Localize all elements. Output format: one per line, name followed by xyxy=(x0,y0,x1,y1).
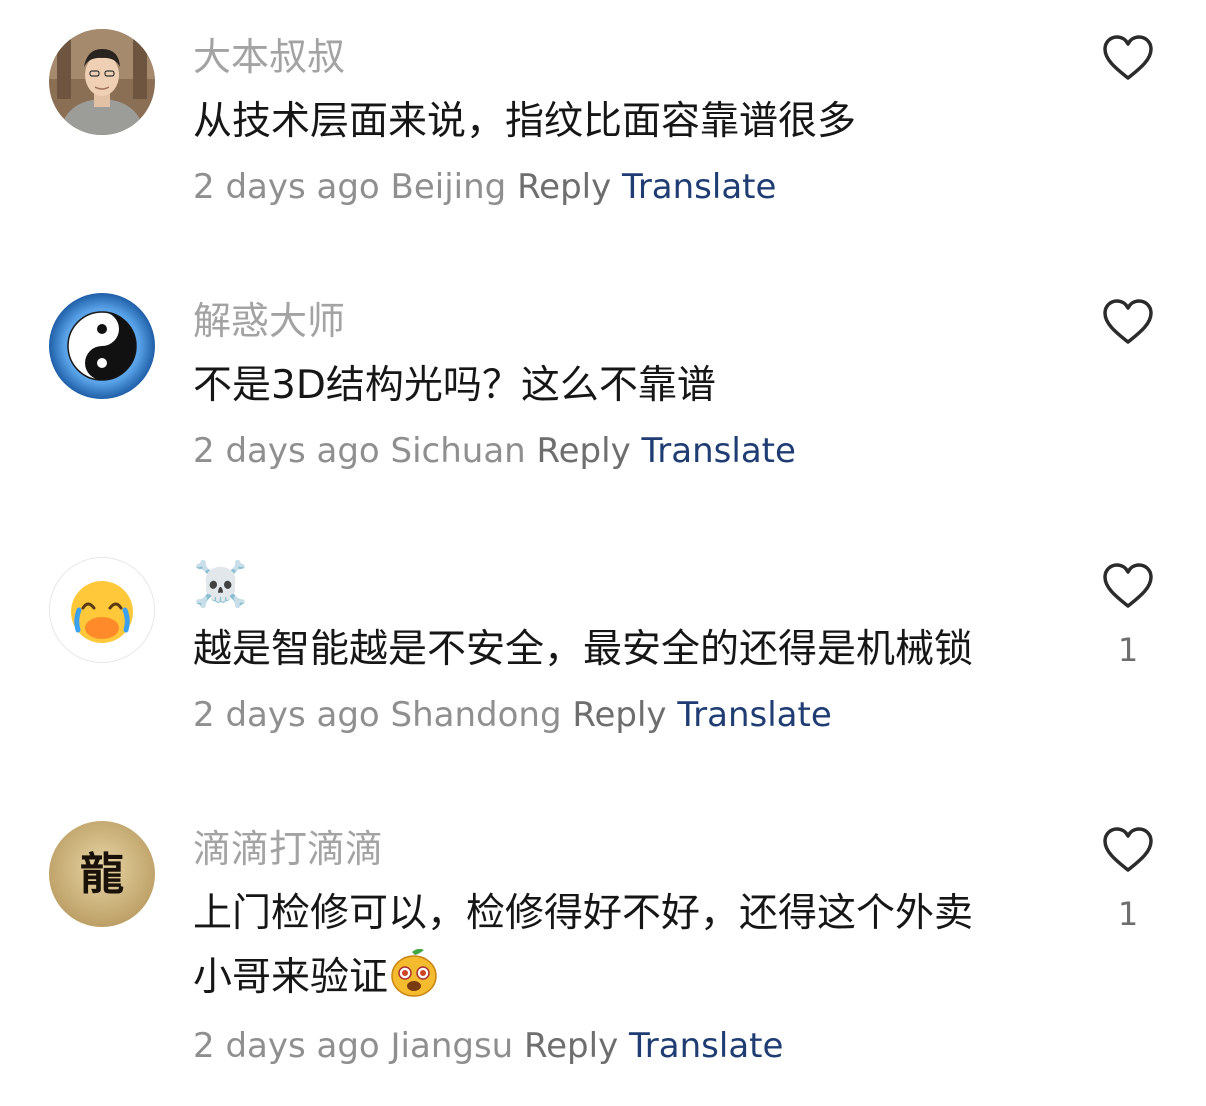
comment-meta: 2 days ago Jiangsu Reply Translate xyxy=(193,1024,783,1068)
heart-outline-icon[interactable] xyxy=(1102,298,1154,346)
comment-time: 2 days ago xyxy=(193,1026,380,1066)
username[interactable]: 大本叔叔 xyxy=(193,34,345,80)
username[interactable]: ☠️ xyxy=(193,562,248,608)
mango-face-emoji-icon xyxy=(391,948,437,997)
avatar[interactable]: 龍 xyxy=(49,821,155,927)
comment-location: Jiangsu xyxy=(390,1026,514,1066)
comment-item: 大本叔叔 从技术层面来说，指纹比面容靠谱很多 2 days ago Beijin… xyxy=(0,0,1206,250)
comment-location: Sichuan xyxy=(390,431,526,471)
comment-text-line: 上门检修可以，检修得好不好，还得这个外卖 xyxy=(193,891,974,936)
comment-meta: 2 days ago Beijing Reply Translate xyxy=(193,165,776,209)
comment-meta: 2 days ago Sichuan Reply Translate xyxy=(193,429,796,473)
comment-item: ☠️ 越是智能越是不安全，最安全的还得是机械锁 2 days ago Shand… xyxy=(0,528,1206,778)
comment-text: 从技术层面来说，指纹比面容靠谱很多 xyxy=(193,99,857,144)
comment-location: Shandong xyxy=(390,695,562,735)
comment-time: 2 days ago xyxy=(193,431,380,471)
username[interactable]: 解惑大师 xyxy=(193,298,345,344)
comment-location: Beijing xyxy=(390,167,507,207)
comment-item: 解惑大师 不是3D结构光吗？这么不靠谱 2 days ago Sichuan R… xyxy=(0,264,1206,514)
translate-button[interactable]: Translate xyxy=(677,695,831,735)
comment-text: 越是智能越是不安全，最安全的还得是机械锁 xyxy=(193,627,974,672)
username[interactable]: 滴滴打滴滴 xyxy=(193,826,383,872)
comment-text: 上门检修可以，检修得好不好，还得这个外卖 小哥来验证 xyxy=(193,882,1043,1010)
translate-button[interactable]: Translate xyxy=(622,167,776,207)
heart-outline-icon[interactable] xyxy=(1102,562,1154,610)
comment-text-line: 小哥来验证 xyxy=(193,946,1043,1010)
like-count: 1 xyxy=(1117,631,1139,669)
reply-button[interactable]: Reply xyxy=(524,1026,618,1066)
heart-outline-icon[interactable] xyxy=(1102,34,1154,82)
heart-outline-icon[interactable] xyxy=(1102,826,1154,874)
comment-time: 2 days ago xyxy=(193,695,380,735)
comment-meta: 2 days ago Shandong Reply Translate xyxy=(193,693,832,737)
reply-button[interactable]: Reply xyxy=(572,695,666,735)
avatar-glyph: 龍 xyxy=(80,849,124,900)
comment-item: 龍 滴滴打滴滴 上门检修可以，检修得好不好，还得这个外卖 小哥来验证 2 day… xyxy=(0,792,1206,1092)
comment-time: 2 days ago xyxy=(193,167,380,207)
reply-button[interactable]: Reply xyxy=(517,167,611,207)
avatar[interactable] xyxy=(49,29,155,135)
translate-button[interactable]: Translate xyxy=(629,1026,783,1066)
like-count: 1 xyxy=(1117,895,1139,933)
reply-button[interactable]: Reply xyxy=(537,431,631,471)
avatar[interactable] xyxy=(49,557,155,663)
translate-button[interactable]: Translate xyxy=(642,431,796,471)
avatar[interactable] xyxy=(49,293,155,399)
comment-text: 不是3D结构光吗？这么不靠谱 xyxy=(193,363,716,408)
